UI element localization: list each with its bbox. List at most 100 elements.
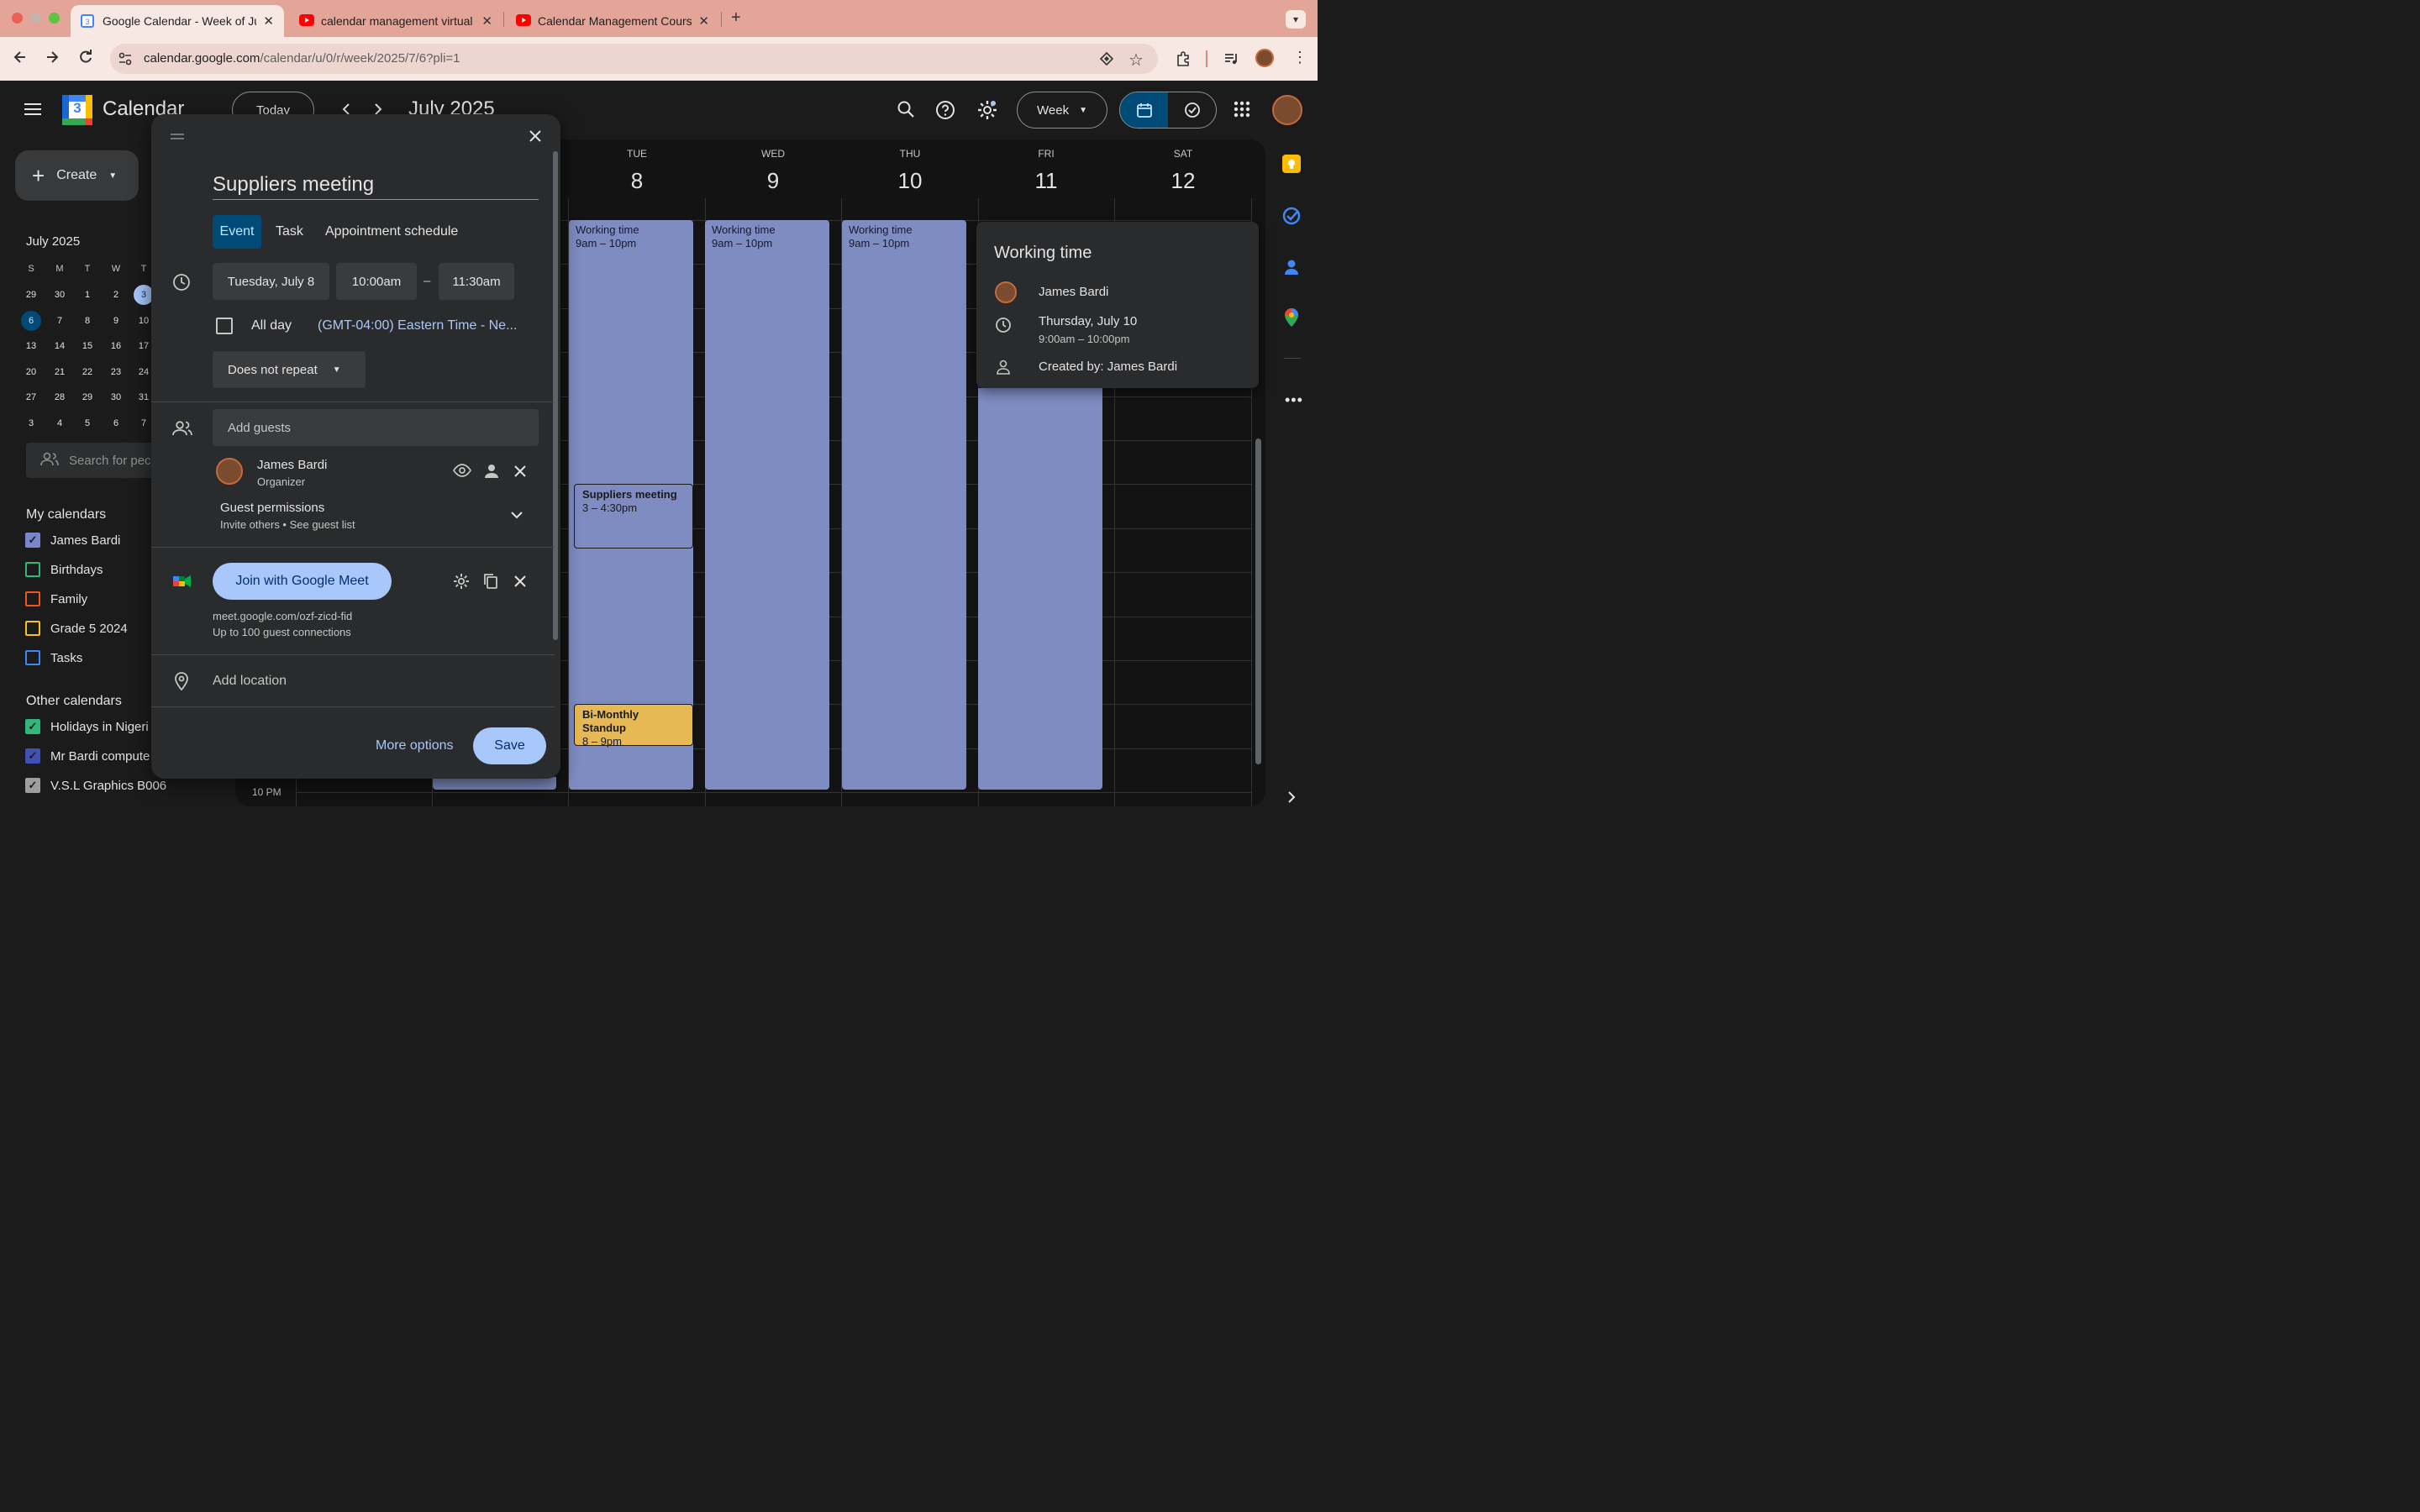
mini-calendar-day[interactable]: 9: [106, 311, 126, 331]
drag-handle-icon[interactable]: [171, 133, 184, 141]
person-icon[interactable]: [484, 464, 499, 479]
site-info-icon[interactable]: [118, 51, 133, 66]
all-day-checkbox[interactable]: [216, 318, 233, 334]
calendar-checkbox[interactable]: [25, 562, 40, 577]
mini-calendar-day[interactable]: 29: [21, 285, 41, 305]
day-number[interactable]: 10: [842, 168, 978, 194]
mini-calendar-day[interactable]: 4: [50, 413, 70, 433]
day-number[interactable]: 8: [569, 168, 705, 194]
event-title-input[interactable]: Suppliers meeting: [213, 173, 374, 197]
timezone-link[interactable]: (GMT-04:00) Eastern Time - Ne...: [318, 318, 517, 333]
working-time-block[interactable]: [978, 388, 1102, 790]
add-location-input[interactable]: Add location: [213, 674, 287, 689]
mini-calendar-day[interactable]: 29: [77, 387, 97, 407]
start-date-picker[interactable]: Tuesday, July 8: [213, 263, 329, 300]
mini-calendar-day[interactable]: 22: [77, 362, 97, 382]
mini-calendar-day[interactable]: 14: [50, 336, 70, 356]
mini-calendar-day[interactable]: 28: [50, 387, 70, 407]
mini-calendar-day[interactable]: 6: [106, 413, 126, 433]
media-control-icon[interactable]: [1223, 50, 1240, 67]
dialog-scrollbar[interactable]: [553, 151, 558, 640]
view-selector[interactable]: Week ▼: [1017, 92, 1107, 129]
calendar-checkbox[interactable]: [25, 591, 40, 606]
browser-menu-icon[interactable]: ⋮: [1292, 49, 1307, 66]
mini-calendar-day[interactable]: 30: [50, 285, 70, 305]
browser-tab-youtube-1[interactable]: calendar management virtual ✕: [289, 5, 502, 37]
mini-calendar-day[interactable]: 20: [21, 362, 41, 382]
event-bi-monthly-standup[interactable]: Bi-Monthly Standup 8 – 9pm: [574, 704, 693, 748]
mini-calendar-day[interactable]: 7: [50, 311, 70, 331]
google-apps-icon[interactable]: [1234, 101, 1250, 118]
day-header[interactable]: WED 9: [705, 148, 841, 194]
day-header[interactable]: SAT 12: [1115, 148, 1251, 194]
calendar-checkbox[interactable]: [25, 650, 40, 665]
guest-permissions-label[interactable]: Guest permissions: [220, 501, 324, 515]
calendar-list-item[interactable]: Family: [25, 591, 87, 606]
main-menu-icon[interactable]: [24, 101, 42, 118]
calendar-list-item[interactable]: Birthdays: [25, 562, 103, 577]
create-button[interactable]: + Create ▼: [15, 150, 139, 201]
join-google-meet-button[interactable]: Join with Google Meet: [213, 563, 392, 600]
bookmark-star-icon[interactable]: ☆: [1128, 50, 1144, 71]
help-icon[interactable]: [935, 100, 955, 120]
back-arrow-icon[interactable]: [12, 49, 29, 66]
remove-guest-icon[interactable]: [514, 465, 526, 477]
mini-calendar-day[interactable]: 27: [21, 387, 41, 407]
calendar-list-item[interactable]: ✓ James Bardi: [25, 533, 120, 548]
extensions-icon[interactable]: [1175, 50, 1192, 67]
mini-calendar-day[interactable]: 5: [77, 413, 97, 433]
mini-calendar-day[interactable]: 15: [77, 336, 97, 356]
mini-calendar-day[interactable]: 23: [106, 362, 126, 382]
expand-side-panel-chevron-icon[interactable]: [1285, 790, 1298, 805]
copy-link-icon[interactable]: [483, 573, 498, 590]
event-suppliers-meeting[interactable]: Suppliers meeting 3 – 4:30pm: [574, 484, 693, 549]
profile-avatar[interactable]: [1255, 49, 1274, 67]
mini-calendar-day[interactable]: 21: [50, 362, 70, 382]
browser-tab-calendar[interactable]: 3 Google Calendar - Week of Ju ✕: [71, 5, 284, 37]
expand-permissions-chevron-icon[interactable]: [511, 511, 523, 519]
grid-scrollbar[interactable]: [1255, 438, 1261, 764]
close-dialog-icon[interactable]: [529, 129, 542, 143]
calendar-checkbox[interactable]: ✓: [25, 533, 40, 548]
mini-calendar-day[interactable]: 13: [21, 336, 41, 356]
working-time-block-mon[interactable]: [433, 777, 556, 790]
close-window-button[interactable]: [12, 13, 23, 24]
close-tab-icon[interactable]: ✕: [698, 13, 709, 29]
calendar-checkbox[interactable]: ✓: [25, 719, 40, 734]
tab-appointment-schedule[interactable]: Appointment schedule: [325, 224, 458, 239]
forward-arrow-icon[interactable]: [44, 49, 60, 66]
maximize-window-button[interactable]: [49, 13, 60, 24]
minimize-window-button[interactable]: [30, 13, 41, 24]
end-time-picker[interactable]: 11:30am: [439, 263, 514, 300]
working-time-block[interactable]: Working time 9am – 10pm: [705, 220, 829, 790]
reload-icon[interactable]: [77, 49, 94, 66]
meet-settings-gear-icon[interactable]: [453, 573, 470, 590]
contacts-icon[interactable]: [1283, 258, 1300, 276]
lens-icon[interactable]: [1099, 51, 1114, 66]
day-header[interactable]: TUE 8: [569, 148, 705, 194]
url-text[interactable]: calendar.google.com/calendar/u/0/r/week/…: [144, 51, 460, 66]
maps-icon[interactable]: [1284, 307, 1299, 328]
calendar-list-item[interactable]: ✓ Mr Bardi compute: [25, 748, 150, 764]
more-options-button[interactable]: More options: [376, 738, 454, 753]
new-tab-button[interactable]: +: [731, 8, 741, 28]
search-icon[interactable]: [897, 100, 915, 118]
mini-calendar-day[interactable]: 16: [106, 336, 126, 356]
close-tab-icon[interactable]: ✕: [263, 13, 274, 29]
settings-gear-icon[interactable]: [976, 99, 998, 121]
mini-calendar-day[interactable]: 3: [21, 413, 41, 433]
tasks-view-toggle[interactable]: [1168, 92, 1216, 128]
mini-calendar-day[interactable]: 1: [77, 285, 97, 305]
calendar-checkbox[interactable]: ✓: [25, 748, 40, 764]
calendar-list-item[interactable]: ✓ Holidays in Nigeri: [25, 719, 149, 734]
close-tab-icon[interactable]: ✕: [481, 13, 492, 29]
mini-calendar-day[interactable]: 2: [106, 285, 126, 305]
my-calendars-heading[interactable]: My calendars: [26, 507, 106, 522]
meet-link[interactable]: meet.google.com/ozf-zicd-fid: [213, 610, 352, 622]
eye-icon[interactable]: [453, 464, 471, 477]
calendar-checkbox[interactable]: [25, 621, 40, 636]
tab-event[interactable]: Event: [213, 215, 261, 249]
day-number[interactable]: 12: [1115, 168, 1251, 194]
calendar-view-toggle[interactable]: [1120, 92, 1168, 128]
tab-task[interactable]: Task: [276, 224, 303, 239]
